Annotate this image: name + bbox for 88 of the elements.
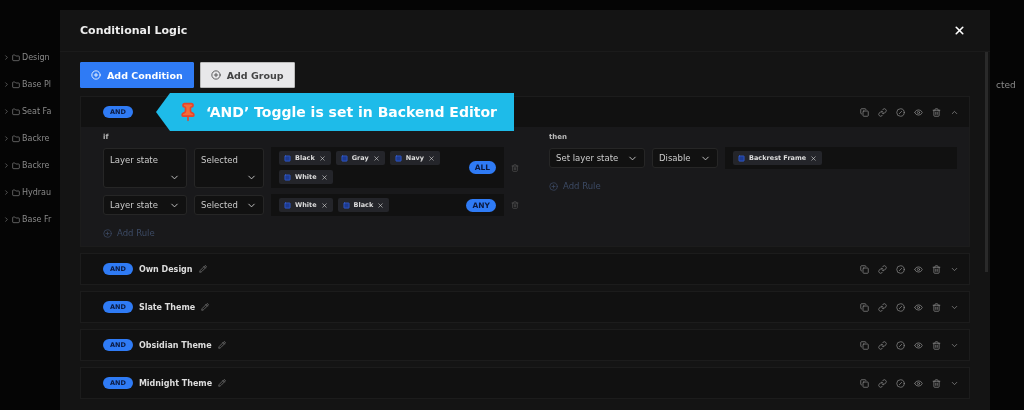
field-select[interactable]: Layer state — [103, 147, 187, 188]
chevron-right-icon — [3, 135, 10, 142]
layer-icon — [284, 154, 291, 162]
chevron-right-icon — [3, 216, 10, 223]
sidebar-label: Backre — [22, 161, 50, 170]
plus-circle-icon — [549, 181, 558, 191]
state-select[interactable]: Disable — [652, 148, 718, 168]
remove-icon[interactable] — [377, 201, 385, 209]
group-name: Slate Theme — [138, 302, 196, 312]
link-icon[interactable] — [878, 340, 887, 350]
dialog-title: Conditional Logic — [80, 24, 188, 37]
copy-icon[interactable] — [860, 264, 869, 274]
plus-circle-icon — [91, 70, 101, 80]
close-button[interactable] — [953, 24, 966, 37]
link-icon[interactable] — [878, 264, 887, 274]
copy-icon[interactable] — [860, 302, 869, 312]
action-select[interactable]: Set layer state — [549, 148, 645, 168]
layer-icon — [342, 201, 350, 209]
eye-icon[interactable] — [914, 340, 923, 350]
link-icon[interactable] — [878, 378, 887, 388]
trash-icon[interactable] — [932, 264, 941, 274]
sidebar-label: Seat Fa — [22, 107, 52, 116]
trash-icon[interactable] — [932, 378, 941, 388]
remove-icon[interactable] — [318, 154, 326, 162]
remove-icon[interactable] — [810, 154, 818, 162]
sidebar-label: Backre — [22, 134, 50, 143]
layer-icon — [394, 154, 402, 162]
eye-icon[interactable] — [914, 107, 923, 117]
pencil-icon[interactable] — [201, 303, 210, 311]
layer-icon — [284, 201, 291, 209]
remove-icon[interactable] — [320, 201, 328, 209]
folder-icon — [12, 80, 20, 89]
folder-icon — [12, 107, 20, 116]
layer-icon — [738, 154, 745, 162]
add-button[interactable]: Add Condition — [80, 62, 194, 88]
folder-icon — [12, 134, 20, 143]
group-name: Midnight Theme — [138, 378, 213, 388]
trash-icon[interactable] — [932, 340, 941, 350]
group-name: Obsidian Theme — [138, 340, 212, 350]
folder-icon — [12, 188, 20, 197]
sidebar-label: Base Pl — [22, 80, 52, 89]
remove-icon[interactable] — [320, 173, 328, 181]
remove-icon[interactable] — [372, 154, 380, 162]
callout-text: ‘AND’ Toggle is set in Backend Editor — [206, 104, 497, 120]
slashed-circle-icon[interactable] — [896, 302, 905, 312]
folder-icon — [12, 215, 20, 224]
remove-icon[interactable] — [428, 154, 436, 162]
trash-icon[interactable] — [932, 302, 941, 312]
chevron-right-icon — [3, 81, 10, 88]
eye-icon[interactable] — [914, 264, 923, 274]
copy-icon[interactable] — [860, 340, 869, 350]
plus-circle-icon — [210, 70, 221, 80]
folder-icon — [12, 161, 20, 170]
copy-icon[interactable] — [860, 107, 869, 117]
trash-icon[interactable] — [932, 107, 941, 117]
copy-icon[interactable] — [860, 378, 869, 388]
folder-icon — [12, 53, 20, 62]
layer-icon — [284, 173, 291, 181]
operator-select[interactable]: Selected — [194, 195, 264, 215]
pin-icon — [178, 102, 198, 122]
pencil-icon[interactable] — [217, 341, 226, 349]
trash-icon[interactable] — [511, 163, 519, 172]
group-name: Own Design — [138, 264, 193, 274]
eye-icon[interactable] — [914, 378, 923, 388]
sidebar-label: Base Fr — [22, 215, 52, 224]
add-button[interactable]: Add Group — [199, 62, 295, 88]
eye-icon[interactable] — [914, 302, 923, 312]
pencil-icon[interactable] — [198, 265, 207, 273]
slashed-circle-icon[interactable] — [896, 378, 905, 388]
trash-icon[interactable] — [511, 201, 519, 209]
plus-circle-icon — [103, 228, 112, 238]
background-text: cted — [996, 80, 1017, 90]
link-icon[interactable] — [878, 302, 887, 312]
sidebar-label: Design — [22, 53, 50, 62]
field-select[interactable]: Layer state — [103, 195, 187, 215]
pencil-icon[interactable] — [218, 379, 227, 387]
sidebar-label: Hydrau — [22, 188, 52, 197]
slashed-circle-icon[interactable] — [896, 264, 905, 274]
chevron-right-icon — [3, 108, 10, 115]
link-icon[interactable] — [878, 107, 887, 117]
chevron-right-icon — [3, 189, 10, 196]
layer-icon — [340, 154, 348, 162]
close-icon — [953, 24, 966, 37]
chevron-right-icon — [3, 162, 10, 169]
chevron-right-icon — [3, 54, 10, 61]
slashed-circle-icon[interactable] — [896, 107, 905, 117]
operator-select[interactable]: Selected — [194, 147, 264, 188]
slashed-circle-icon[interactable] — [896, 340, 905, 350]
